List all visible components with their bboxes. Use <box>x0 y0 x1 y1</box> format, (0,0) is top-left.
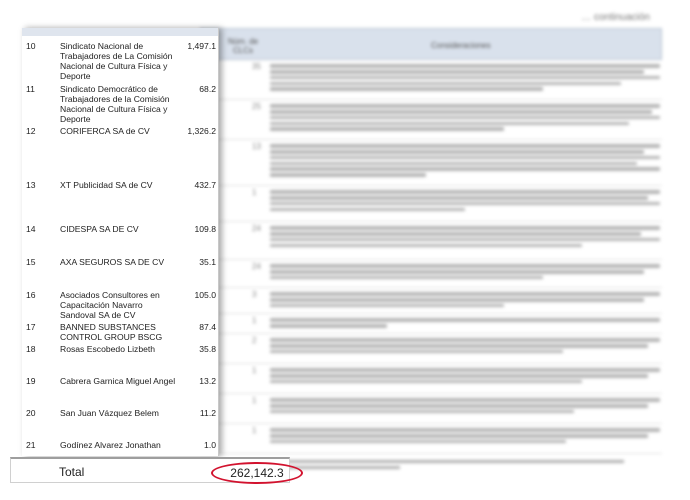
row-number: 19 <box>26 376 36 386</box>
row-amount: 432.7 <box>194 180 216 190</box>
row-name: Cabrera Garnica Miguel Angel <box>60 376 176 386</box>
bg-row-count: 35 <box>252 62 261 71</box>
bg-row: 1 <box>200 186 662 222</box>
row-amount: 35.8 <box>199 344 216 354</box>
row-number: 10 <box>26 41 36 51</box>
row-amount: 1,497.1 <box>187 41 216 51</box>
bg-row-count: 1 <box>252 188 257 197</box>
bg-row: 35 <box>200 60 662 100</box>
row-number: 21 <box>26 440 36 450</box>
row-number: 16 <box>26 290 36 300</box>
col-clcs-header: Núm. de CLCs <box>227 37 259 55</box>
beneficiaries-panel: 10 Sindicato Nacional de Trabajadores de… <box>22 28 219 456</box>
row-name: Sindicato Nacional de Trabajadores de La… <box>60 41 173 81</box>
bg-row-count: 3 <box>252 290 257 299</box>
total-label: Total <box>59 465 85 479</box>
bg-row-count: 1 <box>252 316 257 325</box>
bg-row-count: 2 <box>252 336 257 345</box>
panel-header-strip <box>22 28 218 36</box>
bg-row: 1 <box>200 364 662 394</box>
bg-row-count: 1 <box>252 426 257 435</box>
row-name: CORIFERCA SA de CV <box>60 126 150 136</box>
bg-row-count: 1 <box>252 366 257 375</box>
row-name: San Juan Vázquez Belem <box>60 408 159 418</box>
row-name: Asociados Consultores en Capacitación Na… <box>60 290 160 320</box>
bg-row-count: 25 <box>252 102 261 111</box>
row-amount: 13.2 <box>199 376 216 386</box>
row-name: Godínez Alvarez Jonathan <box>60 440 161 450</box>
bg-row: 3 <box>200 288 662 314</box>
row-number: 13 <box>26 180 36 190</box>
row-amount: 109.8 <box>194 224 216 234</box>
row-name: CIDESPA SA DE CV <box>60 224 139 234</box>
row-number: 14 <box>26 224 36 234</box>
row-number: 11 <box>26 84 35 94</box>
row-amount: 35.1 <box>199 257 216 267</box>
col-consideraciones-header: Consideraciones <box>431 41 491 50</box>
row-number: 20 <box>26 408 36 418</box>
row-amount: 87.4 <box>199 322 216 332</box>
row-number: 17 <box>26 322 36 332</box>
row-name: AXA SEGUROS SA DE CV <box>60 257 165 267</box>
row-name: XT Publicidad SA de CV <box>60 180 153 190</box>
total-row: Total 262,142.3 <box>10 457 303 484</box>
bg-row: 24 <box>200 260 662 288</box>
row-number: 18 <box>26 344 36 354</box>
bg-row: 1 <box>200 314 662 334</box>
bg-row-count: 24 <box>252 224 261 233</box>
row-name: BANNED SUBSTANCES CONTROL GROUP BSCG <box>60 322 163 342</box>
bg-row-count: 13 <box>252 142 261 151</box>
row-name: Rosas Escobedo Lizbeth <box>60 344 156 354</box>
continuation-label: … continuación <box>581 12 650 23</box>
bg-table-header: Núm. de CLCs Consideraciones <box>200 28 662 60</box>
row-amount: 11.2 <box>199 408 216 418</box>
bg-row: 25 <box>200 100 662 140</box>
row-number: 12 <box>26 126 36 136</box>
row-amount: 1.0 <box>204 440 216 450</box>
row-amount: 68.2 <box>199 84 216 94</box>
row-number: 15 <box>26 257 36 267</box>
bg-row: 2 <box>200 334 662 364</box>
bg-row: 1 <box>200 394 662 424</box>
bg-row: 1 <box>200 424 662 454</box>
row-name: Sindicato Democrático de Trabajadores de… <box>60 84 170 124</box>
bg-row-count: 1 <box>252 396 257 405</box>
row-amount: 105.0 <box>194 290 216 300</box>
row-amount: 1,326.2 <box>187 126 216 136</box>
bg-row: 13 <box>200 140 662 186</box>
total-value-highlighted: 262,142.3 <box>211 462 303 484</box>
bg-row-count: 24 <box>252 262 261 271</box>
bg-row: 24 <box>200 222 662 260</box>
